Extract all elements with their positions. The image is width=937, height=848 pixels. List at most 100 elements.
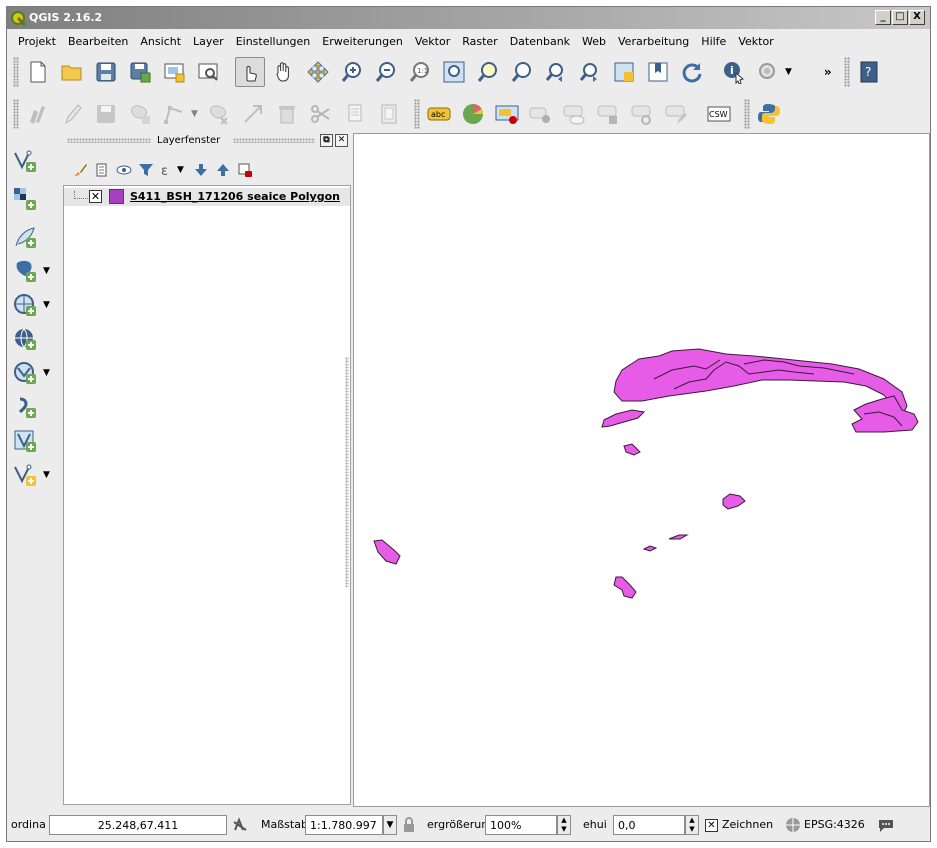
magnifier-field[interactable]: 100% (485, 815, 557, 835)
layer-visibility-checkbox[interactable]: ✕ (89, 190, 102, 203)
rotation-spin-button[interactable]: ▲ ▼ (685, 815, 699, 835)
toolbar-handle-help[interactable] (843, 57, 850, 87)
remove-layer-button[interactable] (234, 160, 256, 180)
message-log-icon[interactable] (877, 816, 895, 834)
menu-raster[interactable]: Raster (456, 31, 503, 51)
help-button[interactable]: ? (854, 57, 884, 87)
change-label-button[interactable] (662, 99, 692, 129)
panel-drag-grip[interactable] (67, 138, 151, 143)
zoom-last-button[interactable] (541, 57, 571, 87)
filter-by-expression-button[interactable]: ε (157, 160, 179, 180)
new-print-composer-button[interactable] (159, 57, 189, 87)
minimize-button[interactable]: _ (875, 10, 891, 25)
panel-splitter[interactable] (345, 357, 349, 587)
refresh-button[interactable] (677, 57, 707, 87)
add-spatialite-layer-button[interactable]: ▼ (13, 357, 51, 389)
zoom-to-layer-button[interactable] (507, 57, 537, 87)
expression-dropdown-caret[interactable]: ▼ (177, 165, 184, 175)
toolbar-handle-labels[interactable] (413, 99, 420, 129)
diagram-tool-button[interactable] (458, 99, 488, 129)
menu-einstellungen[interactable]: Einstellungen (230, 31, 317, 51)
move-label-button[interactable] (594, 99, 624, 129)
open-project-button[interactable] (57, 57, 87, 87)
show-hide-labels-button[interactable] (560, 99, 590, 129)
node-tool-dropdown-caret[interactable]: ▼ (191, 109, 198, 119)
toggle-editing-button[interactable] (57, 99, 87, 129)
toolbar-handle-python[interactable] (743, 99, 750, 129)
add-virtual-layer-button[interactable] (13, 425, 51, 457)
maximize-button[interactable]: □ (892, 10, 908, 25)
scale-dropdown-button[interactable]: ▼ (383, 815, 397, 835)
toolbar-overflow-button[interactable]: » (824, 65, 832, 79)
toggle-extents-icon[interactable] (231, 816, 249, 834)
layer-row[interactable]: ✕ S411_BSH_171206 seaice Polygon (64, 188, 350, 206)
composer-manager-button[interactable] (193, 57, 223, 87)
toolbar-handle[interactable] (13, 99, 19, 129)
crs-globe-icon[interactable] (784, 816, 802, 834)
pin-labels-button[interactable] (526, 99, 556, 129)
menu-web[interactable]: Web (576, 31, 612, 51)
menu-projekt[interactable]: Projekt (7, 31, 62, 51)
add-postgis-layer-button[interactable]: ▼ (13, 255, 51, 287)
zoom-native-button[interactable]: 1:1 (405, 57, 435, 87)
lock-scale-icon[interactable] (400, 816, 418, 834)
touch-zoom-pan-button[interactable] (235, 57, 265, 87)
magnifier-spin-button[interactable]: ▲ ▼ (557, 815, 571, 835)
coordinate-field[interactable]: 25.248,67.411 (49, 815, 227, 835)
close-button[interactable]: X (909, 10, 925, 25)
add-feature-button[interactable] (125, 99, 155, 129)
panel-float-button[interactable]: ⧉ (320, 134, 333, 147)
zoom-out-button[interactable] (371, 57, 401, 87)
menu-vektor-2[interactable]: Vektor (732, 31, 779, 51)
add-delimited-text-layer-button[interactable] (13, 221, 51, 253)
add-vector-layer-button[interactable] (13, 145, 51, 177)
highlight-pinned-labels-button[interactable] (492, 99, 522, 129)
rotation-field[interactable]: 0,0 (613, 815, 685, 835)
save-project-button[interactable] (91, 57, 121, 87)
new-layer-dropdown-caret[interactable]: ▼ (43, 470, 50, 480)
save-layer-edits-button[interactable] (91, 99, 121, 129)
pan-to-selection-button[interactable] (303, 57, 333, 87)
title-bar[interactable]: QGIS 2.16.2 _ □ X (7, 7, 930, 29)
crs-status[interactable]: EPSG:4326 (804, 818, 865, 831)
menu-ansicht[interactable]: Ansicht (134, 31, 187, 51)
copy-features-button[interactable] (340, 99, 370, 129)
collapse-all-button[interactable] (212, 160, 234, 180)
new-project-button[interactable] (23, 57, 53, 87)
filter-legend-button[interactable] (135, 160, 157, 180)
add-wcs-layer-button[interactable] (13, 323, 51, 355)
menu-layer[interactable]: Layer (187, 31, 230, 51)
zoom-full-button[interactable] (439, 57, 469, 87)
open-layer-styling-button[interactable] (69, 160, 91, 180)
zoom-in-button[interactable] (337, 57, 367, 87)
add-wms-layer-button[interactable]: ▼ (13, 289, 51, 321)
layer-name[interactable]: S411_BSH_171206 seaice Polygon (130, 190, 340, 203)
wms-dropdown-caret[interactable]: ▼ (43, 300, 50, 310)
move-feature-button[interactable] (238, 99, 268, 129)
cut-features-button[interactable] (306, 99, 336, 129)
manage-visibility-button[interactable] (113, 160, 135, 180)
identify-button[interactable]: i (719, 57, 749, 87)
trash-button[interactable] (272, 99, 302, 129)
add-raster-layer-button[interactable] (13, 183, 51, 215)
panel-close-button[interactable]: ✕ (335, 134, 348, 147)
python-console-button[interactable] (754, 99, 784, 129)
new-map-view-button[interactable] (609, 57, 639, 87)
map-canvas[interactable] (353, 133, 930, 807)
toolbar-handle[interactable] (13, 57, 19, 87)
render-checkbox[interactable]: ✕ (705, 819, 718, 832)
label-tool-button[interactable]: abc (424, 99, 454, 129)
menu-hilfe[interactable]: Hilfe (695, 31, 732, 51)
menu-datenbank[interactable]: Datenbank (504, 31, 576, 51)
scale-field[interactable]: 1:1.780.997 (305, 815, 383, 835)
layer-panel-header[interactable]: Layerfenster ⧉ ✕ (61, 133, 353, 149)
new-bookmark-button[interactable] (643, 57, 673, 87)
pan-button[interactable] (269, 57, 299, 87)
add-group-button[interactable] (91, 160, 113, 180)
paste-features-button[interactable] (374, 99, 404, 129)
postgis-dropdown-caret[interactable]: ▼ (43, 266, 50, 276)
menu-vektor[interactable]: Vektor (409, 31, 456, 51)
select-feature-button[interactable] (753, 57, 783, 87)
spatialite-dropdown-caret[interactable]: ▼ (43, 368, 50, 378)
render-label[interactable]: Zeichnen (722, 818, 773, 831)
